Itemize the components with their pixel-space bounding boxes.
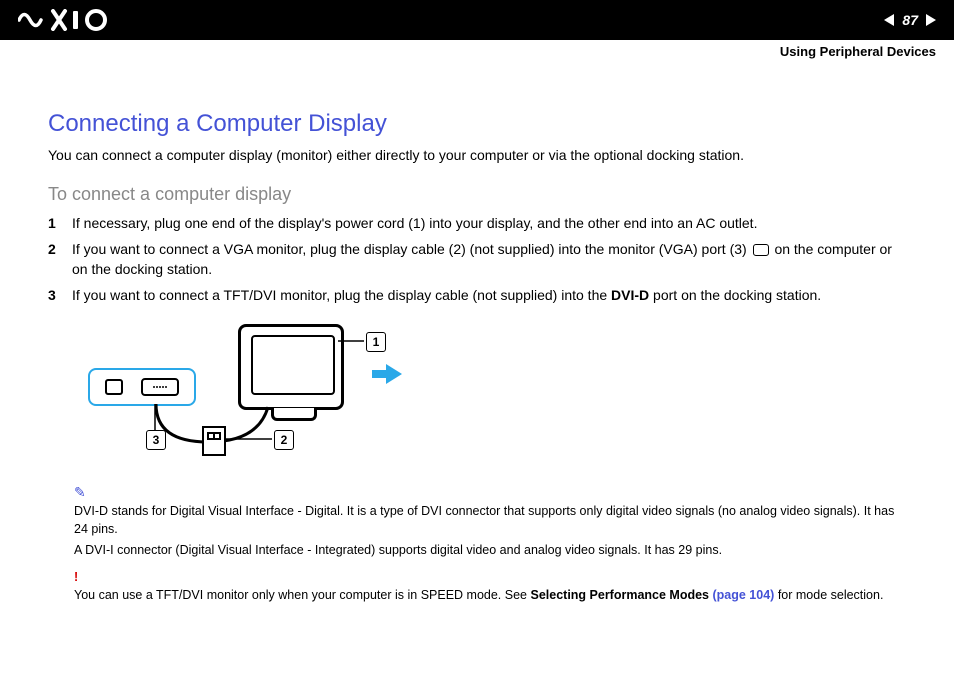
step-number: 3 — [48, 285, 72, 305]
warning-block: ! You can use a TFT/DVI monitor only whe… — [74, 568, 906, 604]
page-nav: 87 — [884, 12, 936, 28]
header-bar: 87 — [0, 0, 954, 40]
port-hole-icon — [105, 379, 123, 395]
note-icon: ✎ — [74, 484, 86, 500]
computer-port-panel — [88, 368, 196, 406]
callout-3: 3 — [146, 430, 166, 450]
note-text: DVI-D stands for Digital Visual Interfac… — [74, 504, 894, 536]
note-text: A DVI-I connector (Digital Visual Interf… — [74, 542, 906, 560]
callout-line — [154, 404, 156, 430]
callout-line — [226, 438, 272, 440]
step-text: If you want to connect a VGA monitor, pl… — [72, 239, 906, 280]
vaio-logo — [18, 9, 114, 31]
cable-connector-icon — [202, 426, 226, 456]
step-item: 1 If necessary, plug one end of the disp… — [48, 213, 906, 233]
page-link[interactable]: (page 104) — [713, 588, 775, 602]
page-title: Connecting a Computer Display — [48, 110, 906, 138]
step-text: If necessary, plug one end of the displa… — [72, 213, 757, 233]
vga-port-icon — [753, 244, 769, 256]
prev-page-arrow-icon[interactable] — [884, 14, 894, 26]
step-number: 2 — [48, 239, 72, 280]
warning-icon: ! — [74, 570, 78, 584]
steps-list: 1 If necessary, plug one end of the disp… — [48, 213, 906, 306]
vga-port-icon — [141, 378, 179, 396]
callout-line — [338, 340, 364, 342]
intro-text: You can connect a computer display (moni… — [48, 146, 906, 166]
warning-text: You can use a TFT/DVI monitor only when … — [74, 588, 883, 602]
arrow-right-icon — [386, 364, 402, 384]
step-number: 1 — [48, 213, 72, 233]
subheading: To connect a computer display — [48, 184, 906, 205]
callout-2: 2 — [274, 430, 294, 450]
step-item: 2 If you want to connect a VGA monitor, … — [48, 239, 906, 280]
next-page-arrow-icon[interactable] — [926, 14, 936, 26]
monitor-icon — [238, 324, 344, 410]
connection-diagram: 1 2 3 — [88, 324, 408, 464]
note-block: ✎ DVI-D stands for Digital Visual Interf… — [74, 482, 906, 560]
step-text: If you want to connect a TFT/DVI monitor… — [72, 285, 821, 305]
page-content: Connecting a Computer Display You can co… — [0, 40, 954, 624]
callout-1: 1 — [366, 332, 386, 352]
page-number: 87 — [902, 12, 918, 28]
step-item: 3 If you want to connect a TFT/DVI monit… — [48, 285, 906, 305]
